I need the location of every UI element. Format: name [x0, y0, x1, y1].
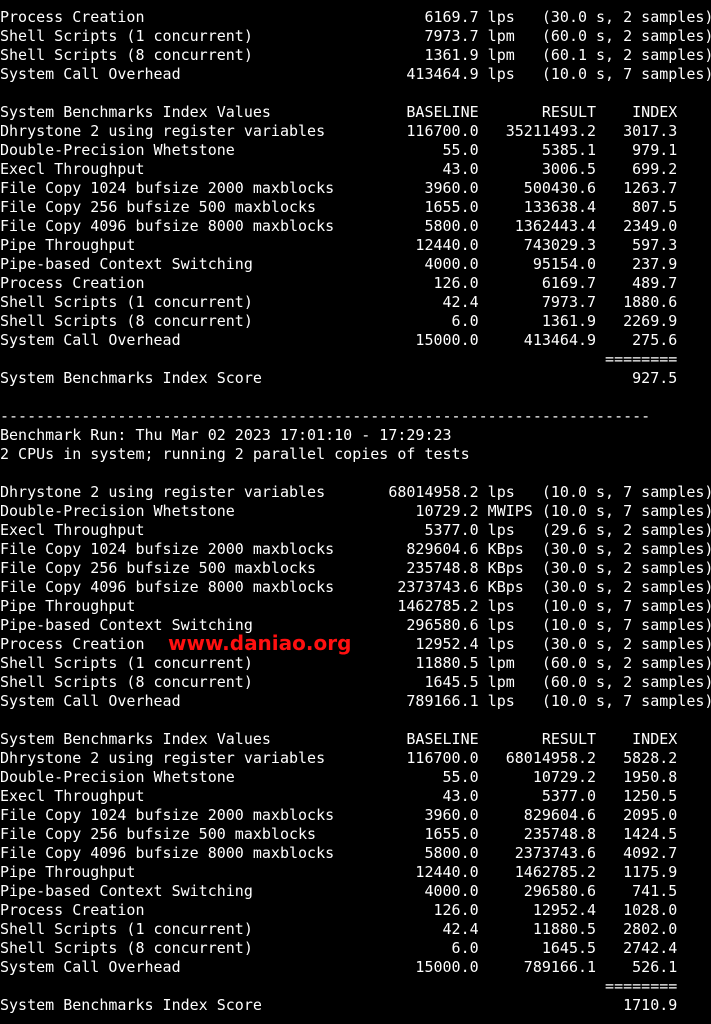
terminal-line: Shell Scripts (1 concurrent) 11880.5 lpm… [0, 654, 711, 672]
terminal-line: System Call Overhead 15000.0 413464.9 27… [0, 331, 678, 349]
terminal-line: File Copy 4096 bufsize 8000 maxblocks 58… [0, 844, 678, 862]
terminal-line: Dhrystone 2 using register variables 116… [0, 122, 678, 140]
terminal-line: Shell Scripts (8 concurrent) 6.0 1645.5 … [0, 939, 678, 957]
terminal-line: System Benchmarks Index Values BASELINE … [0, 103, 678, 121]
terminal-line: Double-Precision Whetstone 10729.2 MWIPS… [0, 502, 711, 520]
terminal-line: File Copy 1024 bufsize 2000 maxblocks 39… [0, 179, 678, 197]
terminal-line: Shell Scripts (1 concurrent) 42.4 7973.7… [0, 293, 678, 311]
terminal-line: Process Creation 6169.7 lps (30.0 s, 2 s… [0, 8, 711, 26]
terminal-line: Double-Precision Whetstone 55.0 5385.1 9… [0, 141, 678, 159]
terminal-line: Execl Throughput 43.0 5377.0 1250.5 [0, 787, 678, 805]
terminal-line: System Call Overhead 413464.9 lps (10.0 … [0, 65, 711, 83]
terminal-line: File Copy 1024 bufsize 2000 maxblocks 82… [0, 540, 711, 558]
terminal-line: Shell Scripts (1 concurrent) 7973.7 lpm … [0, 27, 711, 45]
terminal-line: ======== [0, 977, 678, 995]
terminal-line: Process Creation 12952.4 lps (30.0 s, 2 … [0, 635, 711, 653]
terminal-line: Pipe-based Context Switching 4000.0 9515… [0, 255, 678, 273]
terminal-line: File Copy 256 bufsize 500 maxblocks 2357… [0, 559, 711, 577]
terminal-line: System Call Overhead 15000.0 789166.1 52… [0, 958, 678, 976]
terminal-line: System Benchmarks Index Score 1710.9 [0, 996, 678, 1014]
terminal-line: System Benchmarks Index Score 927.5 [0, 369, 678, 387]
terminal-line: Pipe-based Context Switching 296580.6 lp… [0, 616, 711, 634]
terminal-line: System Benchmarks Index Values BASELINE … [0, 730, 678, 748]
terminal-line: Shell Scripts (8 concurrent) 1645.5 lpm … [0, 673, 711, 691]
terminal-line: Dhrystone 2 using register variables 116… [0, 749, 678, 767]
terminal-line: File Copy 1024 bufsize 2000 maxblocks 39… [0, 806, 678, 824]
terminal-line: ======== [0, 350, 678, 368]
terminal-line: File Copy 256 bufsize 500 maxblocks 1655… [0, 198, 678, 216]
terminal-line: Pipe Throughput 12440.0 743029.3 597.3 [0, 236, 678, 254]
terminal-line: Shell Scripts (8 concurrent) 6.0 1361.9 … [0, 312, 678, 330]
terminal-line: ----------------------------------------… [0, 407, 651, 425]
terminal-line: Shell Scripts (8 concurrent) 1361.9 lpm … [0, 46, 711, 64]
terminal-line: File Copy 256 bufsize 500 maxblocks 1655… [0, 825, 678, 843]
terminal-line: Shell Scripts (1 concurrent) 42.4 11880.… [0, 920, 678, 938]
terminal-line: Dhrystone 2 using register variables 680… [0, 483, 711, 501]
terminal-line: Double-Precision Whetstone 55.0 10729.2 … [0, 768, 678, 786]
terminal-line: 2 CPUs in system; running 2 parallel cop… [0, 445, 470, 463]
terminal-line: Process Creation 126.0 12952.4 1028.0 [0, 901, 678, 919]
terminal-line: Execl Throughput 5377.0 lps (29.6 s, 2 s… [0, 521, 711, 539]
terminal-line: Process Creation 126.0 6169.7 489.7 [0, 274, 678, 292]
terminal-line: File Copy 4096 bufsize 8000 maxblocks 23… [0, 578, 711, 596]
terminal-line: Pipe Throughput 1462785.2 lps (10.0 s, 7… [0, 597, 711, 615]
terminal-line: Execl Throughput 43.0 3006.5 699.2 [0, 160, 678, 178]
terminal-line: Pipe-based Context Switching 4000.0 2965… [0, 882, 678, 900]
terminal-line: File Copy 4096 bufsize 8000 maxblocks 58… [0, 217, 678, 235]
terminal-output[interactable]: Process Creation 6169.7 lps (30.0 s, 2 s… [0, 8, 711, 1024]
terminal-line: System Call Overhead 789166.1 lps (10.0 … [0, 692, 711, 710]
terminal-line: Pipe Throughput 12440.0 1462785.2 1175.9 [0, 863, 678, 881]
terminal-line: Benchmark Run: Thu Mar 02 2023 17:01:10 … [0, 426, 452, 444]
